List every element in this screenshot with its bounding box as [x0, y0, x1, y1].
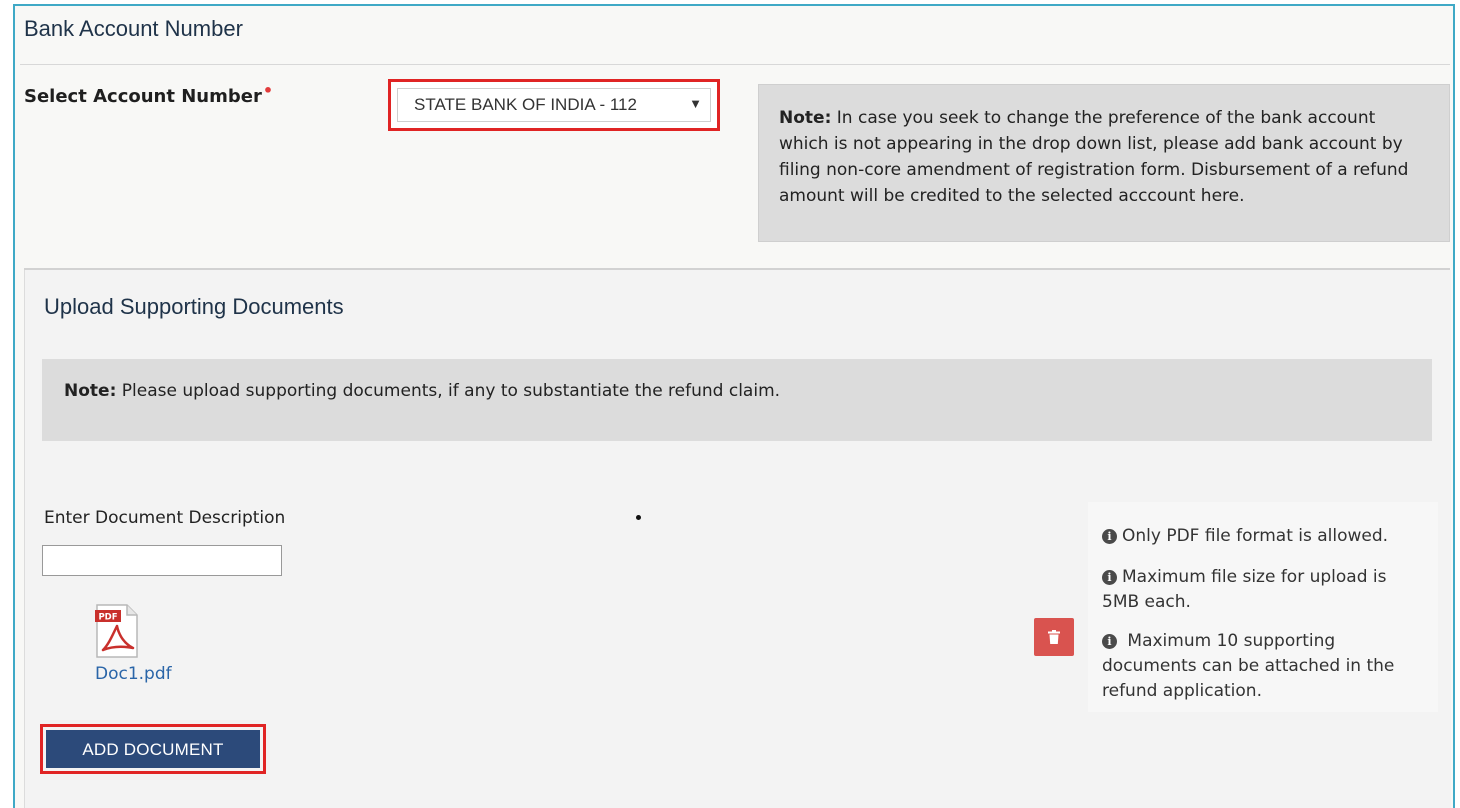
pdf-file-icon[interactable]: PDF	[95, 604, 139, 658]
info-circle-icon: i	[1102, 570, 1117, 585]
account-select[interactable]: STATE BANK OF INDIA - 112 ▼	[397, 88, 711, 122]
account-select-value: STATE BANK OF INDIA - 112	[414, 95, 637, 114]
trash-icon	[1048, 630, 1060, 644]
dropdown-arrow-icon[interactable]: ▼	[689, 89, 702, 119]
divider	[20, 64, 1450, 65]
bank-note-bold: Note:	[779, 108, 832, 128]
delete-document-button[interactable]	[1034, 618, 1074, 656]
upload-info-panel: i Only PDF file format is allowed. i Maxim…	[1088, 502, 1438, 712]
info-text: Only PDF file format is allowed.	[1122, 526, 1389, 546]
info-circle-icon: i	[1102, 634, 1117, 649]
info-item: i Maximum file size for upload is 5MB eac…	[1102, 565, 1422, 615]
upload-note-text: Please upload supporting documents, if a…	[116, 381, 781, 401]
select-account-label-text: Select Account Number	[24, 86, 262, 107]
select-account-label: Select Account Number•	[24, 81, 273, 107]
info-item: i Maximum 10 supporting documents can be…	[1102, 629, 1422, 704]
cursor-dot	[636, 515, 641, 520]
info-text: Maximum 10 supporting documents can be a…	[1102, 631, 1395, 701]
description-label: Enter Document Description	[44, 508, 286, 528]
bank-section-title: Bank Account Number	[24, 16, 243, 41]
info-text: Maximum file size for upload is 5MB each…	[1102, 567, 1387, 612]
upload-section-title: Upload Supporting Documents	[44, 294, 344, 319]
info-item: i Only PDF file format is allowed.	[1102, 524, 1422, 549]
bank-note-text: In case you seek to change the preferenc…	[779, 108, 1409, 206]
account-select-highlight: STATE BANK OF INDIA - 112 ▼	[388, 79, 720, 131]
info-circle-icon: i	[1102, 529, 1117, 544]
bank-note: Note: In case you seek to change the pre…	[758, 84, 1450, 242]
upload-note-bold: Note:	[64, 381, 117, 401]
uploaded-file-link[interactable]: Doc1.pdf	[95, 664, 172, 684]
upload-note: Note: Please upload supporting documents…	[42, 359, 1432, 441]
description-input[interactable]	[42, 545, 282, 576]
required-marker: •	[262, 81, 274, 100]
pdf-icon-label: PDF	[98, 613, 117, 623]
add-document-highlight: ADD DOCUMENT	[40, 724, 266, 774]
add-document-button[interactable]: ADD DOCUMENT	[46, 730, 260, 768]
